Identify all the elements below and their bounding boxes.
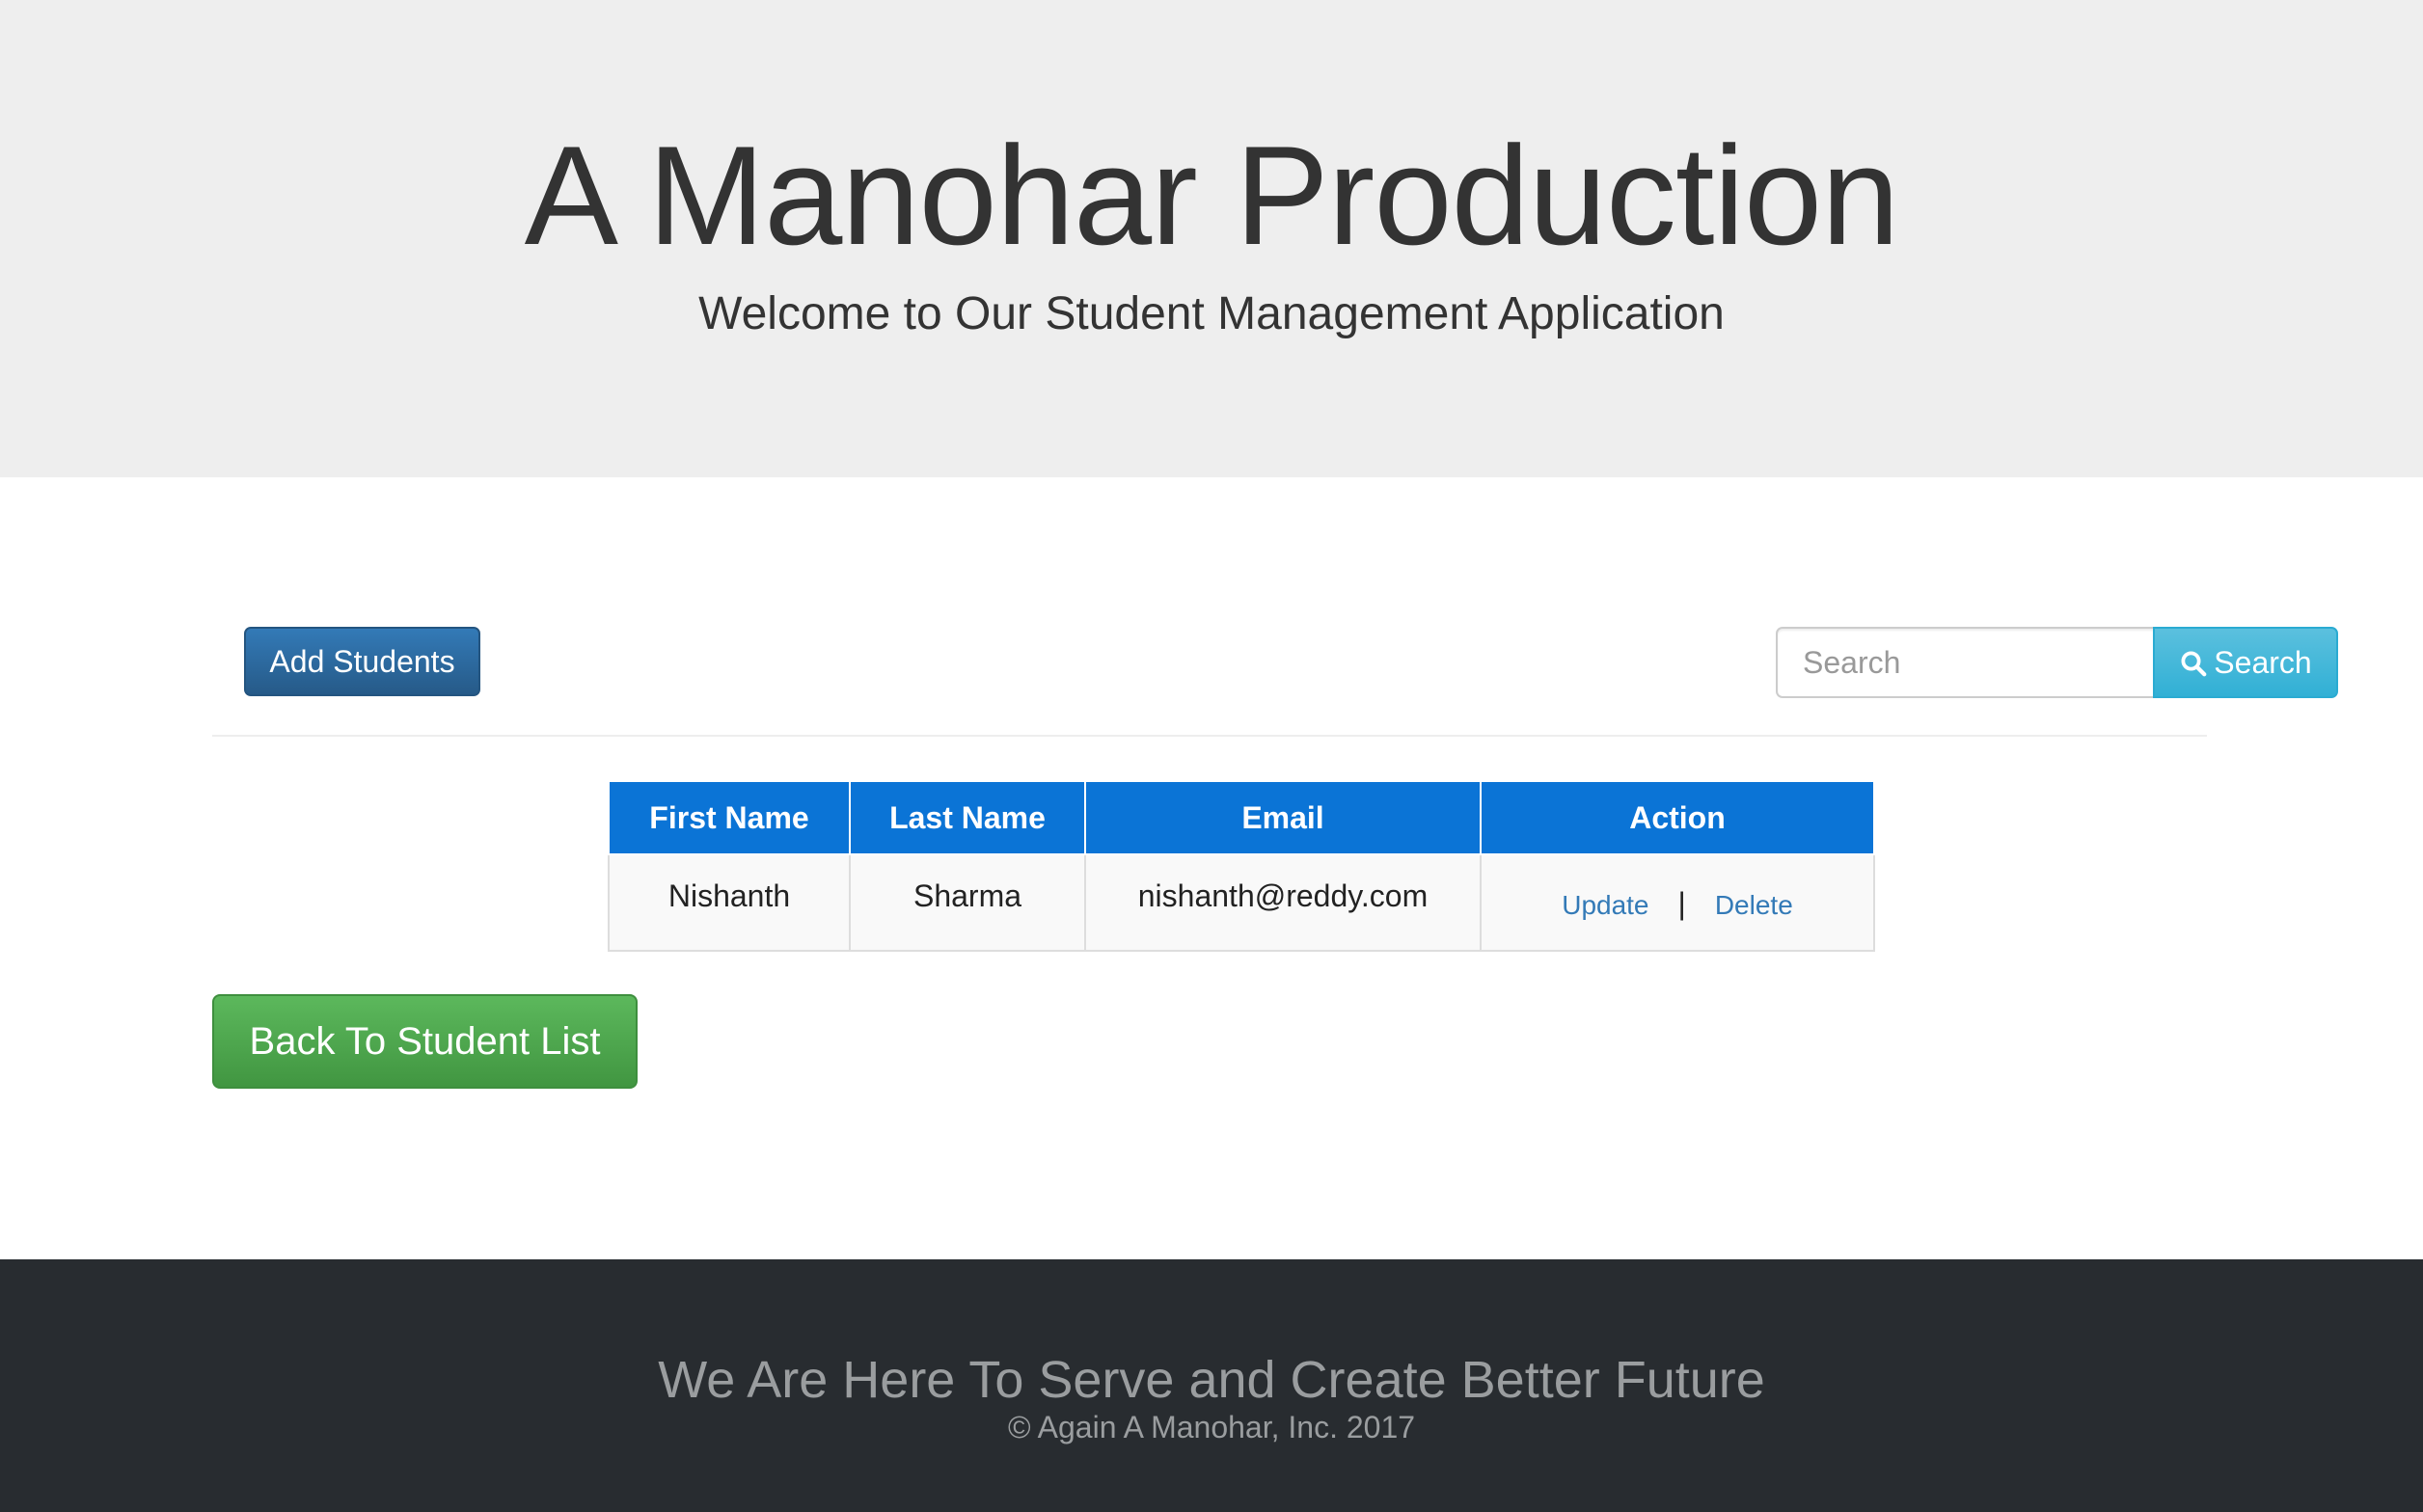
cell-email: nishanth@reddy.com xyxy=(1084,853,1482,952)
search-icon xyxy=(2181,651,2207,677)
column-header-first-name: First Name xyxy=(608,780,851,855)
column-header-last-name: Last Name xyxy=(849,780,1086,855)
cell-last-name: Sharma xyxy=(849,853,1086,952)
footer-copyright: © Again A Manohar, Inc. 2017 xyxy=(1007,1410,1416,1444)
column-header-email: Email xyxy=(1084,780,1482,855)
page-subtitle: Welcome to Our Student Management Applic… xyxy=(698,288,1725,339)
footer: We Are Here To Serve and Create Better F… xyxy=(0,1259,2423,1512)
add-students-button[interactable]: Add Students xyxy=(244,627,480,696)
back-to-student-list-button[interactable]: Back To Student List xyxy=(212,994,638,1089)
table-header-row: First Name Last Name Email Action xyxy=(608,780,1875,855)
delete-link[interactable]: Delete xyxy=(1715,890,1793,920)
update-link[interactable]: Update xyxy=(1562,890,1648,920)
header-jumbotron: A Manohar Production Welcome to Our Stud… xyxy=(0,0,2423,477)
cell-first-name: Nishanth xyxy=(608,853,851,952)
table-row: Nishanth Sharma nishanth@reddy.com Updat… xyxy=(608,853,1875,952)
divider xyxy=(212,735,2207,737)
cell-action: Update | Delete xyxy=(1480,853,1875,952)
search-button[interactable]: Search xyxy=(2153,627,2338,698)
footer-tagline: We Are Here To Serve and Create Better F… xyxy=(658,1351,1765,1409)
column-header-action: Action xyxy=(1480,780,1875,855)
search-button-label: Search xyxy=(2214,645,2312,680)
action-separator: | xyxy=(1677,886,1686,921)
page-title: A Manohar Production xyxy=(524,117,1900,274)
search-input[interactable] xyxy=(1776,627,2154,698)
student-table: First Name Last Name Email Action Nishan… xyxy=(608,780,1875,952)
